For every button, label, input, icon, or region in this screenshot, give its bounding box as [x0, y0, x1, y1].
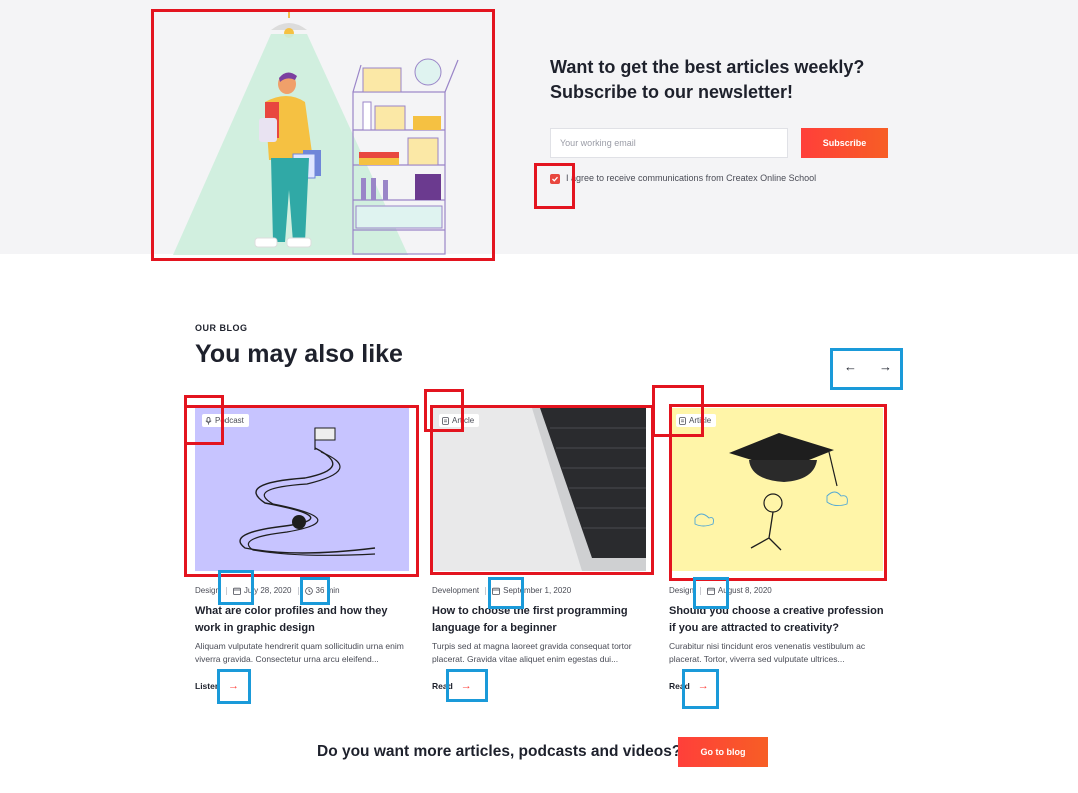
carousel-arrows: ← →: [838, 358, 898, 374]
card-date: August 8, 2020: [717, 586, 772, 595]
newsletter-title: Want to get the best articles weekly? Su…: [550, 55, 880, 105]
card-link-label: Listen: [195, 681, 221, 691]
arrow-right-icon: →: [460, 680, 472, 692]
card-title[interactable]: What are color profiles and how they wor…: [195, 603, 413, 637]
newsletter-title-line2: Subscribe to our newsletter!: [550, 82, 794, 102]
prev-arrow-button[interactable]: ←: [838, 359, 863, 374]
clock-icon: [304, 586, 313, 595]
card-link-label: Read: [669, 681, 690, 691]
newsletter-illustration: [153, 10, 493, 260]
card-title[interactable]: How to choose the first programming lang…: [432, 603, 650, 637]
card-category: Design: [669, 586, 694, 595]
card-listen-link[interactable]: Listen →: [195, 680, 239, 692]
email-input[interactable]: [550, 128, 788, 158]
card-badge: Podcast: [202, 414, 249, 427]
card-badge-label: Podcast: [215, 416, 244, 425]
card-date: September 1, 2020: [503, 586, 572, 595]
document-icon: [679, 416, 686, 425]
card-image: Article: [669, 408, 883, 571]
arrow-right-icon: →: [697, 680, 709, 692]
blog-eyebrow: OUR BLOG: [195, 323, 248, 333]
agree-checkbox[interactable]: [550, 174, 560, 184]
meta-divider: [297, 586, 299, 595]
laptop-photo: [532, 408, 646, 571]
card-excerpt: Aliquam vulputate hendrerit quam sollici…: [195, 641, 404, 664]
meta-divider: [699, 586, 701, 595]
card-read-link[interactable]: Read →: [669, 680, 709, 692]
card-badge-label: Article: [452, 416, 475, 425]
card-meta: Design August 8, 2020: [669, 586, 909, 595]
calendar-icon: [492, 587, 501, 595]
meta-divider: [485, 586, 487, 595]
graduation-cap-illustration: [694, 433, 848, 551]
card-category: Design: [195, 586, 220, 595]
card-badge: Article: [676, 414, 717, 427]
card-excerpt: Curabitur nisi tincidunt eros venenatis …: [669, 641, 866, 664]
card-date: July 28, 2020: [243, 586, 292, 595]
microphone-icon: [205, 416, 212, 425]
card-link-label: Read: [432, 681, 453, 691]
go-to-blog-button[interactable]: Go to blog: [678, 737, 768, 767]
newsletter-section: Want to get the best articles weekly? Su…: [0, 0, 1078, 255]
card-badge: Article: [439, 414, 480, 427]
card-meta: Development September 1, 2020: [432, 586, 672, 595]
newsletter-title-line1: Want to get the best articles weekly?: [550, 57, 865, 77]
card-meta: Design July 28, 2020 36 min: [195, 586, 435, 595]
next-arrow-button[interactable]: →: [873, 359, 898, 374]
card-image: Podcast: [195, 408, 409, 571]
card-image: Article: [432, 408, 646, 571]
blog-heading: You may also like: [195, 340, 403, 368]
meta-divider: [225, 586, 227, 595]
calendar-icon: [233, 587, 241, 595]
agree-label: I agree to receive communications from C…: [566, 173, 817, 183]
subscribe-button[interactable]: Subscribe: [801, 128, 888, 158]
card-category: Development: [432, 586, 480, 595]
card-excerpt: Turpis sed at magna laoreet gravida cons…: [432, 641, 632, 664]
arrow-right-icon: →: [228, 680, 240, 692]
card-read-link[interactable]: Read →: [432, 680, 472, 692]
card-duration: 36 min: [315, 586, 340, 595]
card-title[interactable]: Should you choose a creative profession …: [669, 603, 887, 637]
card-badge-label: Article: [689, 416, 712, 425]
winding-road-illustration: [239, 427, 376, 556]
cta-text: Do you want more articles, podcasts and …: [317, 743, 682, 760]
calendar-icon: [707, 587, 715, 595]
document-icon: [442, 416, 449, 425]
checkmark-icon: [552, 176, 558, 182]
